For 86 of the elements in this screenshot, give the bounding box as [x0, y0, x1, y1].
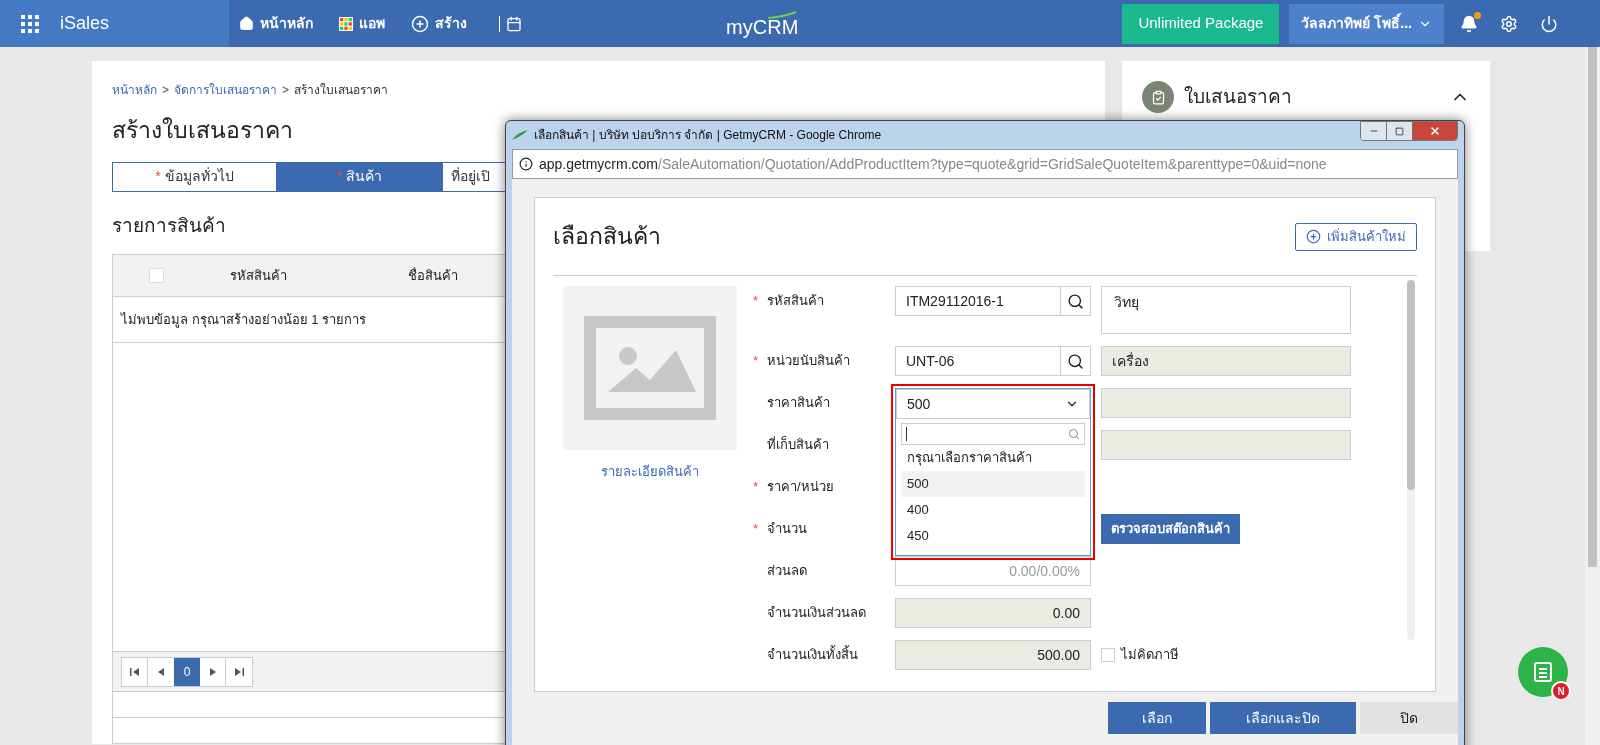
search-icon: [1068, 428, 1080, 440]
notes-badge: N: [1551, 681, 1571, 701]
breadcrumb-current: สร้างใบเสนอราคา: [294, 82, 389, 99]
check-stock-button[interactable]: ตรวจสอบสต๊อกสินค้า: [1101, 514, 1240, 544]
search-icon: [1067, 292, 1084, 310]
dialog-button[interactable]: เลือกและปิด: [1210, 702, 1356, 734]
column-header: ชื่อสินค้า: [407, 266, 459, 285]
readonly-field: 500.00: [895, 640, 1091, 670]
field-label: จำนวนเงินทั้งสิ้น: [767, 645, 858, 665]
first-page-icon[interactable]: [130, 667, 139, 676]
plus-circle-icon: [411, 14, 429, 33]
breadcrumb-link[interactable]: หน้าหลัก: [112, 81, 157, 99]
next-page-icon[interactable]: [208, 667, 217, 676]
column-header: รหัสสินค้า: [228, 266, 288, 285]
settings-icon[interactable]: [1500, 14, 1518, 33]
search-button[interactable]: [1061, 286, 1091, 316]
floating-notes-button[interactable]: [1518, 647, 1568, 697]
app-grid-icon[interactable]: [21, 14, 39, 33]
breadcrumb-separator: >: [282, 82, 290, 99]
text-field[interactable]: ITM29112016-1: [895, 286, 1061, 316]
page-title: สร้างใบเสนอราคา: [112, 116, 293, 145]
add-product-button[interactable]: เพิ่มสินค้าใหม่: [1295, 222, 1417, 251]
nav-link[interactable]: แอพ: [339, 13, 385, 34]
notes-icon: [1534, 662, 1552, 682]
app-name: iSales: [60, 12, 110, 35]
product-detail-link[interactable]: รายละเอียดสินค้า: [601, 462, 699, 482]
previous-page-icon[interactable]: [156, 667, 166, 676]
leaf-logo-icon: [512, 130, 528, 140]
clipboard-badge-icon: [1142, 81, 1174, 113]
required-marker: *: [753, 521, 759, 537]
search-icon: [1067, 352, 1084, 370]
dropdown-option[interactable]: 500: [901, 471, 1085, 497]
field-label: จำนวนเงินส่วนลด: [767, 604, 866, 623]
breadcrumb-link[interactable]: จัดการใบเสนอราคา: [174, 81, 277, 99]
window-title: เลือกสินค้า | บริษัท ปอบริการ จำกัด | GetmyCRM - Google Chrome: [534, 127, 882, 144]
info-icon[interactable]: [519, 157, 533, 171]
field-label: หน่วยนับสินค้า: [767, 352, 850, 371]
checkbox-label: ไม่คิดภาษี: [1121, 646, 1179, 665]
field-label: รหัสสินค้า: [767, 292, 824, 311]
tab[interactable]: * ข้อมูลทั่วไป: [112, 161, 277, 192]
required-marker: *: [753, 293, 759, 309]
dialog-button[interactable]: เลือก: [1108, 702, 1206, 734]
search-button[interactable]: [1061, 346, 1091, 376]
user-menu[interactable]: วัลลภาทิพย์ โพธิ์...: [1289, 3, 1444, 44]
text-field[interactable]: UNT-06: [895, 346, 1061, 376]
url-path: /SaleAutomation/Quotation/AddProductItem?type=quote&grid=GridSaleQuoteItem&parenttype=0&uid=none: [658, 154, 1327, 174]
calendar-icon[interactable]: [506, 15, 522, 32]
home-icon: [239, 16, 254, 31]
required-marker: *: [753, 353, 759, 369]
field-label: ที่เก็บสินค้า: [767, 435, 829, 455]
maximize-button[interactable]: [1387, 122, 1413, 140]
plus-circle-icon: [1306, 229, 1321, 244]
url-host: app.getmycrm.com: [539, 154, 659, 174]
field-label: ส่วนลด: [767, 562, 807, 581]
breadcrumb-separator: >: [162, 82, 169, 99]
field-label: ราคาสินค้า: [767, 394, 830, 413]
logout-icon[interactable]: [1540, 14, 1558, 33]
dialog-button[interactable]: ปิด: [1360, 702, 1458, 734]
close-icon: [1429, 125, 1441, 137]
address-bar[interactable]: app.getmycrm.com/SaleAutomation/Quotation/AddProductItem?type=quote&grid=GridSaleQuoteItem&parenttype=0&uid=none: [512, 149, 1458, 179]
mycrm-logo: myCRM: [726, 10, 799, 37]
image-placeholder-icon: [584, 316, 716, 420]
field-label: จำนวน: [767, 520, 807, 539]
tab[interactable]: * สินค้า: [277, 161, 442, 192]
nav-link[interactable]: หน้าหลัก: [239, 13, 313, 34]
field-label: ราคา/หน่วย: [767, 478, 834, 497]
price-select[interactable]: 500: [896, 389, 1090, 419]
notification-bell-icon[interactable]: [1460, 14, 1478, 33]
text-field[interactable]: 0.00/0.00%: [895, 556, 1091, 586]
dropdown-search-field[interactable]: [901, 423, 1085, 445]
panel-title: ใบเสนอราคา: [1184, 84, 1292, 109]
minimize-button[interactable]: [1361, 122, 1387, 140]
readonly-field: เครื่อง: [1101, 346, 1351, 376]
required-marker: *: [753, 479, 759, 495]
form-title: เลือกสินค้า: [553, 222, 661, 252]
page-number[interactable]: 0: [174, 657, 200, 686]
nav-link[interactable]: สร้าง: [411, 13, 467, 34]
section-title: รายการสินค้า: [112, 213, 226, 238]
checkbox[interactable]: [1101, 648, 1115, 662]
readonly-field: 0.00: [895, 598, 1091, 628]
maximize-icon: [1395, 126, 1404, 136]
apps-grid-icon: [339, 16, 353, 31]
empty-message: ไม่พบข้อมูล กรุณาสร้างอย่างน้อย 1 รายการ: [121, 310, 367, 330]
last-page-icon[interactable]: [234, 667, 244, 676]
text-area[interactable]: วิทยุ: [1101, 286, 1351, 334]
select-all-checkbox[interactable]: [149, 268, 164, 283]
